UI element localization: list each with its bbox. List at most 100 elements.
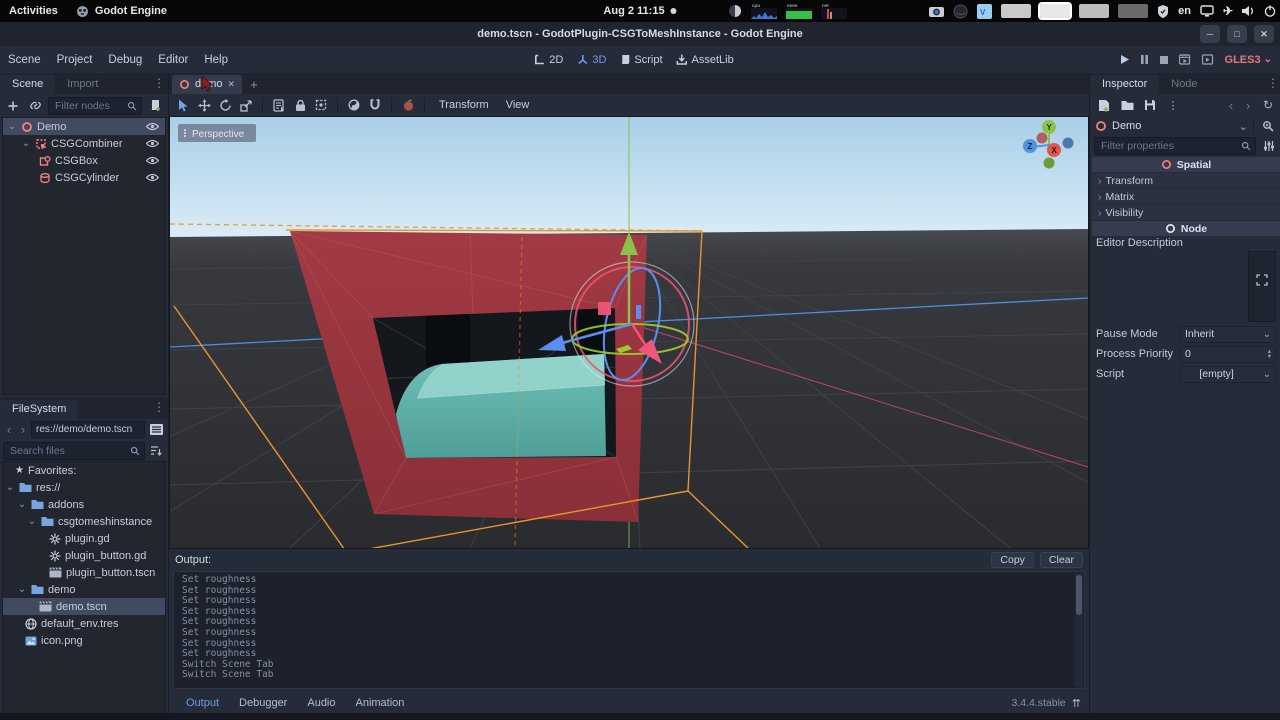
maximize-button[interactable]: □: [1227, 25, 1247, 43]
clock[interactable]: Aug 2 11:15: [603, 5, 677, 17]
fs-split-mode-icon[interactable]: [147, 421, 165, 439]
visibility-eye-icon[interactable]: [146, 139, 159, 148]
workspace-script[interactable]: Script: [620, 54, 663, 66]
workspace-assetlib[interactable]: AssetLib: [676, 54, 734, 66]
gizmo-plane-handle-x[interactable]: [598, 302, 611, 315]
activities-button[interactable]: Activities: [0, 0, 67, 22]
renderer-dropdown[interactable]: GLES3 ⌄: [1225, 54, 1272, 66]
tab-node[interactable]: Node: [1159, 75, 1209, 94]
fs-item-res[interactable]: ⌄ res://: [3, 479, 165, 496]
volume-icon[interactable]: [1242, 5, 1255, 17]
screenshot-tray-icon[interactable]: [929, 5, 945, 18]
load-resource-button[interactable]: [1118, 96, 1136, 114]
copy-button[interactable]: Copy: [991, 552, 1034, 568]
snap-button[interactable]: [366, 96, 384, 114]
select-mode-button[interactable]: [174, 96, 192, 114]
keyboard-layout[interactable]: en: [1178, 5, 1191, 17]
menu-debug[interactable]: Debug: [100, 54, 150, 66]
fs-item-default-env[interactable]: default_env.tres: [3, 615, 165, 632]
power-icon[interactable]: [1264, 5, 1276, 17]
instance-scene-button[interactable]: [26, 97, 44, 115]
object-history-icon[interactable]: ↻: [1259, 96, 1277, 114]
new-scene-tab-button[interactable]: +: [244, 77, 264, 94]
clear-button[interactable]: Clear: [1039, 552, 1083, 568]
search-files-field[interactable]: [3, 441, 145, 460]
filter-nodes-input[interactable]: [53, 98, 124, 113]
group-visibility[interactable]: › Visibility: [1092, 205, 1280, 220]
lock-button[interactable]: [291, 96, 309, 114]
visibility-eye-icon[interactable]: [146, 122, 159, 131]
process-priority-spinbox[interactable]: 0 ▴ ▾: [1180, 345, 1276, 363]
scale-mode-button[interactable]: [237, 96, 255, 114]
menu-scene[interactable]: Scene: [0, 54, 49, 66]
airplane-mode-icon[interactable]: ✈: [1223, 4, 1233, 18]
collapse-icon[interactable]: ⌄: [17, 584, 27, 595]
attach-script-icon[interactable]: [146, 97, 164, 115]
scene-node-demo[interactable]: ⌄ Demo: [3, 118, 165, 135]
menu-editor[interactable]: Editor: [150, 54, 196, 66]
add-node-button[interactable]: [4, 97, 22, 115]
inspected-node-selector[interactable]: Demo ⌄: [1090, 116, 1280, 136]
play-button[interactable]: [1119, 54, 1130, 65]
resource-menu-icon[interactable]: ⋮: [1164, 96, 1182, 114]
play-custom-scene-button[interactable]: [1201, 54, 1215, 65]
menu-project[interactable]: Project: [49, 54, 101, 66]
bottom-tab-animation[interactable]: Animation: [347, 697, 414, 709]
collapse-icon[interactable]: ⌄: [21, 138, 31, 149]
fs-item-favorites[interactable]: ★ Favorites:: [3, 462, 165, 479]
save-resource-button[interactable]: [1141, 96, 1159, 114]
nav-axis-neg-x[interactable]: [1036, 132, 1048, 144]
fs-back-button[interactable]: ‹: [3, 422, 15, 437]
vscode-tray-icon[interactable]: V: [977, 3, 993, 19]
system-monitor-mem[interactable]: mem: [786, 3, 813, 19]
editor-description-textbox[interactable]: [1248, 251, 1276, 322]
visibility-eye-icon[interactable]: [146, 156, 159, 165]
fs-path-field[interactable]: res://demo/demo.tscn: [31, 421, 145, 438]
output-log[interactable]: Set roughness Set roughness Set roughnes…: [173, 571, 1085, 689]
collapse-icon[interactable]: ⌄: [5, 482, 15, 493]
collapse-icon[interactable]: ⌄: [27, 516, 37, 527]
workspace-3[interactable]: [1079, 4, 1110, 18]
dock-menu-icon[interactable]: ⋮: [153, 400, 165, 414]
expand-icon[interactable]: [1249, 274, 1275, 286]
fs-forward-button[interactable]: ›: [17, 422, 29, 437]
tab-scene[interactable]: Scene: [0, 75, 56, 94]
fs-item-demo-tscn[interactable]: demo.tscn: [3, 598, 165, 615]
play-scene-button[interactable]: [1178, 54, 1192, 65]
transform-menu[interactable]: Transform: [432, 99, 496, 111]
workspace-4[interactable]: [1118, 4, 1149, 18]
scene-node-csgcylinder[interactable]: CSGCylinder: [3, 169, 165, 186]
tab-import[interactable]: Import: [55, 75, 110, 94]
workspace-2d[interactable]: 2D: [534, 54, 563, 66]
scene-node-csgcombiner[interactable]: ⌄ CSGCombiner: [3, 135, 165, 152]
dock-menu-icon[interactable]: ⋮: [1267, 76, 1279, 90]
dock-menu-icon[interactable]: ⋮: [153, 76, 165, 90]
local-space-button[interactable]: [345, 96, 363, 114]
category-spatial[interactable]: Spatial: [1092, 157, 1280, 172]
fs-item-plugin-button-gd[interactable]: plugin_button.gd: [3, 547, 165, 564]
output-scrollbar[interactable]: [1075, 573, 1083, 687]
shield-icon[interactable]: [1157, 4, 1169, 18]
expand-bottom-panel-icon[interactable]: ⇈: [1072, 697, 1081, 710]
move-mode-button[interactable]: [195, 96, 213, 114]
csg-to-meshinstance-plugin-button[interactable]: [399, 96, 417, 114]
fs-item-csgtomeshinstance[interactable]: ⌄ csgtomeshinstance: [3, 513, 165, 530]
bottom-tab-audio[interactable]: Audio: [298, 697, 344, 709]
history-back-button[interactable]: ‹: [1225, 98, 1237, 113]
system-monitor-cpu[interactable]: cpu: [751, 3, 778, 19]
category-node[interactable]: Node: [1092, 221, 1280, 236]
group-transform[interactable]: › Transform: [1092, 173, 1280, 188]
fs-item-addons[interactable]: ⌄ addons: [3, 496, 165, 513]
collapse-icon[interactable]: ⌄: [7, 121, 17, 132]
system-monitor-net[interactable]: net: [821, 3, 848, 19]
display-icon[interactable]: [1200, 5, 1214, 17]
scrollbar-thumb[interactable]: [1076, 575, 1082, 615]
fs-item-icon-png[interactable]: icon.png: [3, 632, 165, 649]
spinner-icon[interactable]: ▴ ▾: [1268, 348, 1271, 360]
collapse-icon[interactable]: ⌄: [17, 499, 27, 510]
workspace-3d[interactable]: 3D: [577, 54, 606, 66]
dark-sphere-tray-icon[interactable]: [953, 4, 968, 19]
list-select-button[interactable]: [270, 96, 288, 114]
fs-item-plugin-gd[interactable]: plugin.gd: [3, 530, 165, 547]
new-resource-button[interactable]: [1095, 96, 1113, 114]
